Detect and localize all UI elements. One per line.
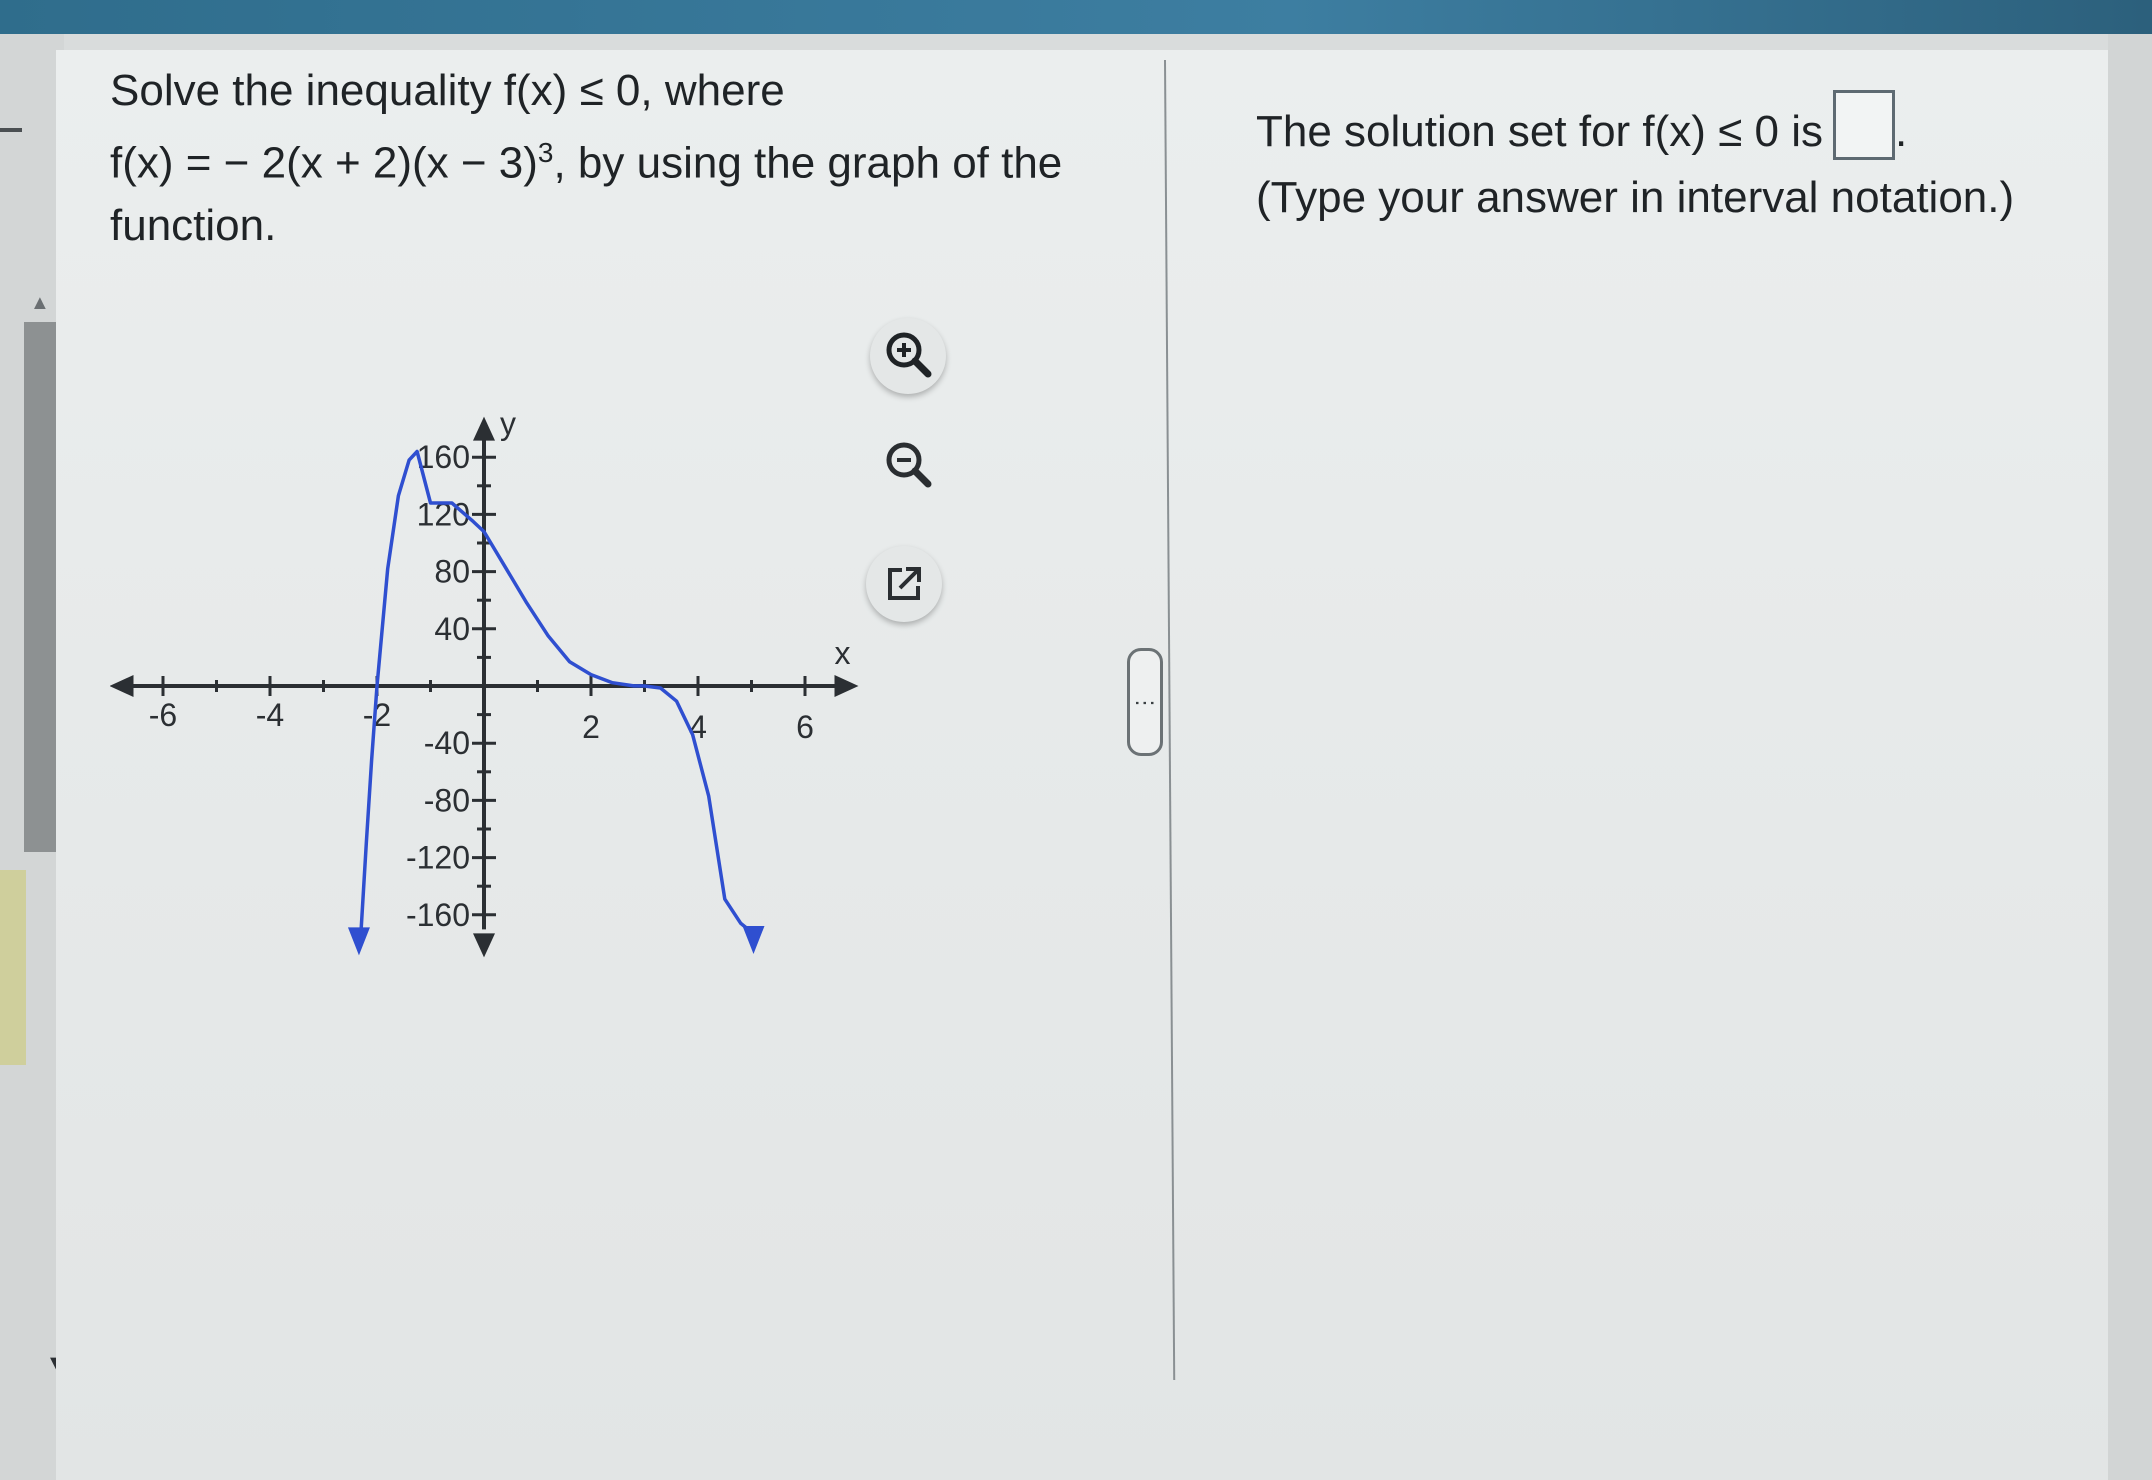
y-axis-bottom-arrow <box>473 933 495 958</box>
curve-left-end-arrow <box>347 927 370 956</box>
y-axis-label: y <box>500 406 516 442</box>
zoom-out-icon <box>886 442 932 488</box>
x-tick-label: 2 <box>582 709 600 745</box>
y-tick-label: 80 <box>434 554 470 590</box>
exponent: 3 <box>537 137 554 168</box>
left-scroll-rail[interactable]: ▲ ▼ <box>0 34 66 1480</box>
question-line-3: function. <box>110 200 277 250</box>
external-link-icon <box>888 567 921 600</box>
y-tick-label: -40 <box>424 725 470 761</box>
x-tick-label: 4 <box>689 709 707 745</box>
divider-drag-handle[interactable]: ⋮ <box>1127 648 1163 756</box>
popout-button[interactable] <box>866 546 942 622</box>
right-edge <box>2108 34 2152 1480</box>
x-tick-label: -4 <box>256 697 284 733</box>
function-graph: -6 -4 -2 2 4 6 160 120 80 40 -40 -80 -120 -160 x y <box>109 300 870 1065</box>
x-tick-label: 6 <box>796 709 814 745</box>
zoom-in-icon <box>886 332 932 378</box>
question-text: Solve the inequality f(x) ≤ 0, where f(x… <box>110 60 1062 257</box>
y-tick-label: -120 <box>406 840 470 876</box>
answer-prompt: The solution set for f(x) ≤ 0 is. <box>1256 90 2116 165</box>
answer-input[interactable] <box>1833 90 1896 160</box>
x-axis-right-arrow <box>834 675 859 697</box>
y-tick-label: -80 <box>424 782 470 818</box>
scroll-up-arrow-icon[interactable]: ▲ <box>30 292 50 315</box>
function-definition: f(x) = − 2(x + 2)(x − 3) <box>110 138 538 188</box>
y-tick-label: -160 <box>406 897 470 933</box>
answer-hint: (Type your answer in interval notation.) <box>1256 173 2015 222</box>
answer-period: . <box>1895 107 1908 156</box>
curve-right-end-arrow <box>742 925 765 954</box>
question-line-2: f(x) = − 2(x + 2)(x − 3)3, by using the … <box>110 122 1062 195</box>
question-line-2-tail: , by using the graph of the <box>553 138 1063 188</box>
y-tick-label: 40 <box>434 611 470 647</box>
x-axis-label: x <box>835 635 851 671</box>
zoom-out-button[interactable] <box>870 428 946 504</box>
answer-area: The solution set for f(x) ≤ 0 is. (Type … <box>1256 90 2116 231</box>
x-axis-left-arrow <box>109 675 134 697</box>
graph-svg: -6 -4 -2 2 4 61601208040-40-80-120-160xy <box>109 406 859 958</box>
question-line-1: Solve the inequality f(x) ≤ 0, where <box>110 66 785 115</box>
top-bar <box>0 0 2152 34</box>
side-tab[interactable] <box>0 870 26 1065</box>
answer-prompt-text: The solution set for f(x) ≤ 0 is <box>1256 107 1824 156</box>
x-tick-label: -6 <box>149 697 177 733</box>
side-marker <box>0 128 22 132</box>
y-axis-top-arrow <box>473 416 495 441</box>
zoom-in-button[interactable] <box>870 318 946 394</box>
y-tick-label: 160 <box>417 439 470 475</box>
